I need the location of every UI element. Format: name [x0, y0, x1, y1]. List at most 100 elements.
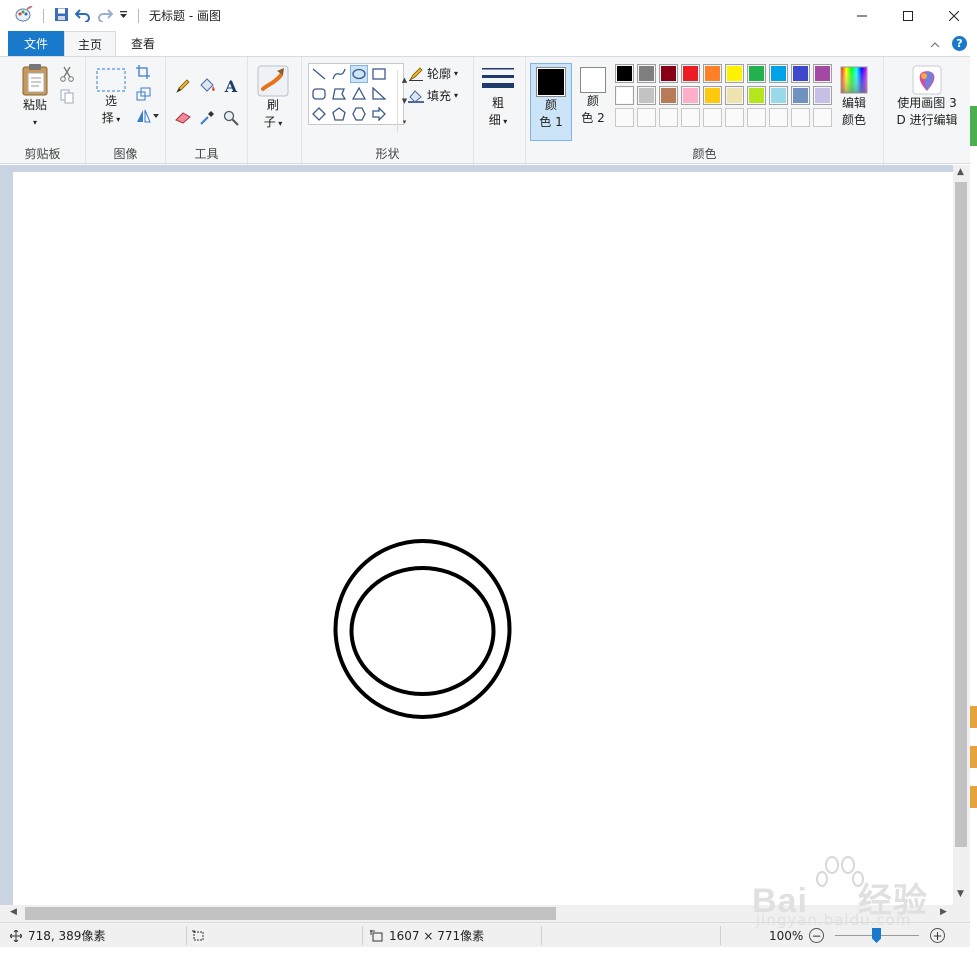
select-label-text: 择	[101, 111, 114, 125]
eraser-icon[interactable]	[174, 109, 192, 127]
zoom-out-button[interactable]: −	[809, 928, 824, 943]
rectangle-shape-icon[interactable]	[370, 65, 388, 83]
curve-shape-icon[interactable]	[330, 65, 348, 83]
brushes-button[interactable]: 刷 子 ▾	[256, 65, 290, 132]
scroll-up-icon[interactable]: ▲	[402, 76, 407, 84]
triangle-shape-icon[interactable]	[350, 85, 368, 103]
cut-icon[interactable]	[58, 65, 76, 83]
drawing-canvas[interactable]	[13, 172, 953, 905]
right-triangle-shape-icon[interactable]	[370, 85, 388, 103]
zoom-slider-thumb[interactable]	[872, 928, 881, 943]
scroll-left-arrow-icon[interactable]: ◀	[10, 907, 17, 917]
horizontal-scrollbar[interactable]: ◀ ▶	[0, 905, 953, 922]
empty-color-swatch[interactable]	[769, 108, 788, 127]
color1-button[interactable]: 颜 色 1	[530, 63, 572, 141]
copy-icon[interactable]	[58, 87, 76, 105]
pentagon-shape-icon[interactable]	[330, 105, 348, 123]
text-tool-icon[interactable]: A	[222, 77, 240, 96]
scroll-up-arrow-icon[interactable]: ▲	[957, 167, 964, 177]
edit-colors-button[interactable]: 编辑 颜色	[836, 65, 872, 129]
maximize-button[interactable]	[885, 0, 931, 31]
size-button[interactable]: 粗 细 ▾	[480, 65, 516, 130]
tab-home[interactable]: 主页	[64, 31, 116, 57]
fill-dropdown[interactable]: 填充 ▾	[408, 87, 458, 104]
color-swatch[interactable]	[681, 86, 700, 105]
rotate-icon[interactable]	[134, 107, 160, 125]
help-icon[interactable]: ?	[952, 36, 967, 51]
paste-button[interactable]: 粘贴 ▾	[16, 63, 54, 131]
fill-bucket-icon[interactable]	[198, 77, 216, 95]
redo-icon[interactable]	[97, 7, 114, 25]
crop-icon[interactable]	[134, 63, 152, 81]
empty-color-swatch[interactable]	[813, 108, 832, 127]
empty-color-swatch[interactable]	[747, 108, 766, 127]
vertical-scrollbar[interactable]: ▲ ▼	[953, 165, 970, 905]
color-swatch[interactable]	[659, 64, 678, 83]
color-swatch[interactable]	[659, 86, 678, 105]
diamond-shape-icon[interactable]	[310, 105, 328, 123]
color-swatch[interactable]	[769, 86, 788, 105]
color-picker-icon[interactable]	[198, 109, 216, 127]
select-button[interactable]: 选 择 ▾	[94, 67, 128, 128]
scrollbar-corner	[953, 905, 970, 922]
status-divider	[720, 926, 721, 945]
color-swatch[interactable]	[769, 64, 788, 83]
rounded-rectangle-shape-icon[interactable]	[310, 85, 328, 103]
color-swatch[interactable]	[791, 64, 810, 83]
empty-color-swatch[interactable]	[659, 108, 678, 127]
color-swatch[interactable]	[703, 86, 722, 105]
cursor-position: 718, 389像素	[10, 923, 105, 948]
empty-color-swatch[interactable]	[725, 108, 744, 127]
outline-icon	[409, 66, 423, 81]
polygon-shape-icon[interactable]	[330, 85, 348, 103]
oval-shape-icon[interactable]	[350, 65, 368, 83]
color2-button[interactable]: 颜 色 2	[576, 67, 610, 127]
shapes-gallery: ▲ ▼ ▾	[308, 63, 407, 132]
empty-color-swatch[interactable]	[791, 108, 810, 127]
scroll-down-arrow-icon[interactable]: ▼	[957, 889, 964, 899]
color-swatch[interactable]	[813, 64, 832, 83]
line-shape-icon[interactable]	[310, 65, 328, 83]
close-button[interactable]	[931, 0, 977, 31]
collapse-ribbon-icon[interactable]	[930, 37, 940, 51]
color-swatch[interactable]	[725, 64, 744, 83]
horizontal-scroll-thumb[interactable]	[25, 907, 556, 920]
scroll-right-arrow-icon[interactable]: ▶	[940, 907, 947, 917]
color-swatch[interactable]	[725, 86, 744, 105]
arrow-shape-icon[interactable]	[370, 105, 388, 123]
magnifier-icon[interactable]	[222, 109, 240, 127]
hexagon-shape-icon[interactable]	[350, 105, 368, 123]
save-icon[interactable]	[54, 7, 69, 25]
tab-view[interactable]: 查看	[118, 31, 168, 56]
empty-color-swatch[interactable]	[703, 108, 722, 127]
tab-file[interactable]: 文件	[8, 31, 64, 56]
empty-color-swatch[interactable]	[615, 108, 634, 127]
resize-icon[interactable]	[134, 85, 152, 103]
color-swatch[interactable]	[747, 86, 766, 105]
color-swatch[interactable]	[615, 64, 634, 83]
expand-gallery-icon[interactable]: ▾	[403, 118, 407, 126]
image-group: 选 择 ▾ 图像	[86, 57, 166, 165]
color-swatch[interactable]	[681, 64, 700, 83]
color-swatch[interactable]	[615, 86, 634, 105]
pencil-icon[interactable]	[174, 77, 192, 95]
color-swatch[interactable]	[747, 64, 766, 83]
color-swatch[interactable]	[813, 86, 832, 105]
empty-color-swatch[interactable]	[681, 108, 700, 127]
color-swatch-fill	[727, 66, 742, 81]
undo-icon[interactable]	[74, 7, 91, 25]
customize-toolbar-dropdown-icon[interactable]	[119, 9, 128, 23]
empty-color-swatch[interactable]	[637, 108, 656, 127]
edit-with-paint3d-button[interactable]: 使用画图 3 D 进行编辑	[886, 65, 968, 129]
color-swatch[interactable]	[637, 86, 656, 105]
minimize-button[interactable]	[839, 0, 885, 31]
clipboard-group-label: 剪贴板	[24, 147, 61, 161]
scroll-down-icon[interactable]: ▼	[402, 97, 407, 105]
color-swatch[interactable]	[637, 64, 656, 83]
outline-dropdown[interactable]: 轮廓 ▾	[408, 65, 458, 82]
color-swatch[interactable]	[703, 64, 722, 83]
zoom-in-button[interactable]: +	[930, 928, 945, 943]
color-swatch[interactable]	[791, 86, 810, 105]
canvas-size: 1607 × 771像素	[370, 923, 484, 948]
vertical-scroll-thumb[interactable]	[955, 182, 967, 847]
